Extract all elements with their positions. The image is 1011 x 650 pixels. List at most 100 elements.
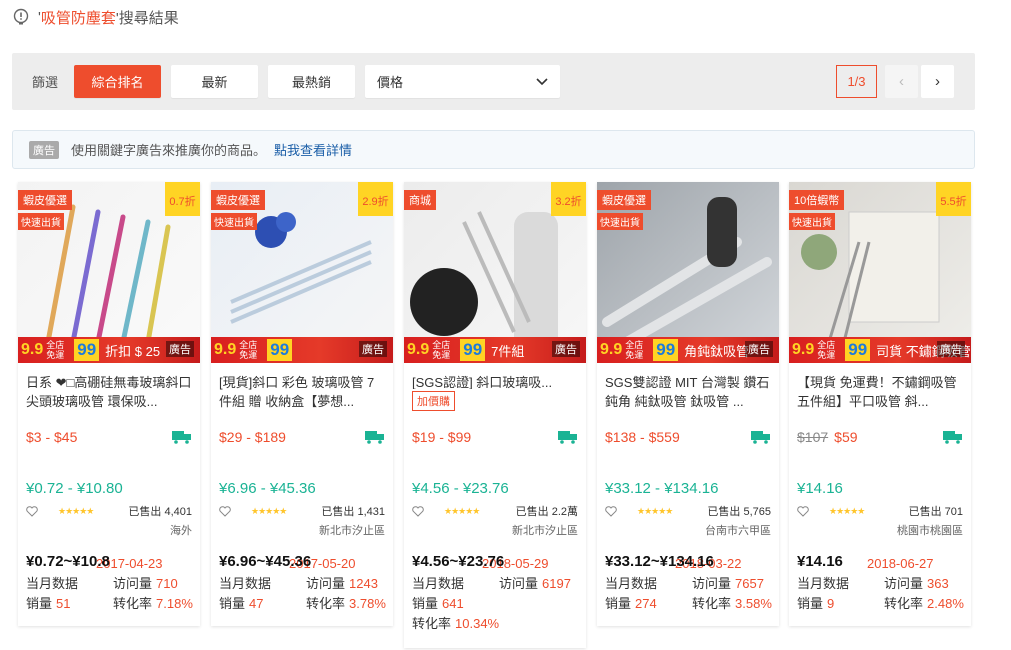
product-image[interactable]: 10倍蝦幣 快速出貨 5.5折 9.9 全店免運 99 司貨 不鏽鋼吸管 廣告 xyxy=(789,182,971,363)
seller-location: 桃園市桃園區 xyxy=(897,525,963,537)
sold-count: 已售出 1,431 xyxy=(321,506,385,518)
seller-location: 新北市汐止區 xyxy=(319,525,385,537)
search-title: ' 吸管防塵套 '搜尋結果 xyxy=(12,6,179,28)
prev-page-button[interactable]: ‹ xyxy=(885,65,918,98)
title-suffix: '搜尋結果 xyxy=(115,9,179,27)
page-indicator: 1/3 xyxy=(836,65,877,98)
fast-shipping-badge: 快速出貨 xyxy=(18,213,64,230)
conversion-value: 7.18% xyxy=(156,596,193,611)
ad-mark: 廣告 xyxy=(937,341,965,357)
product-image[interactable]: 蝦皮優選 快速出貨 9.9 全店免運 99 角鈍鈦吸管 廣告 xyxy=(597,182,779,363)
promo-text: 7件組 xyxy=(491,343,525,359)
stats-panel: 2018-03-22 ¥33.12~¥134.16 当月数据 访问量 7657 销… xyxy=(605,553,779,614)
sales-value: 47 xyxy=(249,596,264,611)
seller-location: 新北市汐止區 xyxy=(512,525,578,537)
shop-badge: 商城 xyxy=(404,190,436,210)
fast-shipping-badge: 快速出貨 xyxy=(211,213,257,230)
star-rating: ★★★★★ xyxy=(58,505,94,516)
product-price: $107 $59 xyxy=(797,429,858,445)
sort-relevance-button[interactable]: 綜合排名 xyxy=(74,65,161,98)
product-name[interactable]: 日系 ❤□高硼硅無毒玻璃斜口尖頭玻璃吸管 環保吸... xyxy=(18,363,200,413)
sort-latest-button[interactable]: 最新 xyxy=(171,65,258,98)
conversion-label: 转化率 xyxy=(113,596,153,611)
visits-label: 访问量 xyxy=(306,576,346,591)
date-row: 2017-04-23 ¥0.72~¥10.8 xyxy=(26,553,200,574)
stat-line-conversion: 转化率 10.34% xyxy=(412,614,586,634)
star-rating: ★★★★★ xyxy=(444,505,480,516)
product-image[interactable]: 蝦皮優選 快速出貨 2.9折 9.9 全店免運 99 廣告 xyxy=(211,182,393,363)
cny-range-overlay: ¥33.12~¥134.16 xyxy=(605,553,714,570)
stat-line-month: 当月数据 访问量 6197 xyxy=(412,574,586,594)
product-name[interactable]: 【現貨 免運費！不鏽鋼吸管 五件組】平口吸管 斜... xyxy=(789,363,971,413)
product-name[interactable]: [SGS認證] 斜口玻璃吸... xyxy=(404,363,586,389)
visits-value: 6197 xyxy=(542,576,571,591)
date-row: 2018-06-27 ¥14.16 xyxy=(797,553,971,574)
heart-icon[interactable] xyxy=(605,505,617,517)
sort-top-sales-button[interactable]: 最熱銷 xyxy=(268,65,355,98)
price-sort-select[interactable]: 價格 xyxy=(365,65,560,98)
product-card[interactable]: 蝦皮優選 快速出貨 9.9 全店免運 99 角鈍鈦吸管 廣告 SGS雙認證 MI… xyxy=(597,182,779,626)
sold-count: 已售出 2.2萬 xyxy=(515,506,578,518)
free-shipping-truck-icon xyxy=(751,431,770,444)
next-page-button[interactable]: › xyxy=(921,65,954,98)
promo-99-label: 99 xyxy=(653,339,679,361)
stat-line-sales: 销量 47 转化率 3.78% xyxy=(219,594,393,614)
heart-icon[interactable] xyxy=(412,505,424,517)
promo-free-ship: 全店免運 xyxy=(432,340,451,360)
product-card[interactable]: 10倍蝦幣 快速出貨 5.5折 9.9 全店免運 99 司貨 不鏽鋼吸管 廣告 … xyxy=(789,182,971,626)
stat-line-sales: 销量 641 xyxy=(412,594,586,614)
conversion-value: 2.48% xyxy=(927,596,964,611)
cny-range-overlay: ¥14.16 xyxy=(797,553,843,570)
promo-99-logo: 9.9 xyxy=(600,341,623,358)
product-name[interactable]: [現貨]斜口 彩色 玻璃吸管 7件組 贈 收納盒【夢想... xyxy=(211,363,393,413)
date-row: 2018-03-22 ¥33.12~¥134.16 xyxy=(605,553,779,574)
visits-label: 访问量 xyxy=(499,576,539,591)
visits-value: 710 xyxy=(156,576,178,591)
visits-label: 访问量 xyxy=(884,576,924,591)
addon-tag: 加價購 xyxy=(412,391,455,411)
promo-text: 角鈍鈦吸管 xyxy=(684,343,750,359)
product-image[interactable]: 商城 3.2折 9.9 全店免運 99 7件組 廣告 xyxy=(404,182,586,363)
stat-line-month: 当月数据 访问量 7657 xyxy=(605,574,779,594)
product-price: $3 - $45 xyxy=(26,429,77,445)
heart-icon[interactable] xyxy=(26,505,38,517)
product-card[interactable]: 蝦皮優選 快速出貨 2.9折 9.9 全店免運 99 廣告 [現貨]斜口 彩色 … xyxy=(211,182,393,626)
fast-shipping-badge: 快速出貨 xyxy=(789,213,835,230)
rating-row: ★★★★★ 已售出 5,765 xyxy=(605,503,771,519)
promo-99-logo: 9.9 xyxy=(407,341,430,358)
seller-location: 海外 xyxy=(170,525,192,537)
stats-panel: 2018-06-27 ¥14.16 当月数据 访问量 363 销量 9 转化率 2.4… xyxy=(797,553,971,614)
stat-line-month: 当月数据 访问量 710 xyxy=(26,574,200,594)
sales-value: 274 xyxy=(635,596,657,611)
product-name[interactable]: SGS雙認證 MIT 台灣製 鑽石鈍角 純鈦吸管 鈦吸管 ... xyxy=(597,363,779,413)
ad-mark: 廣告 xyxy=(745,341,773,357)
conversion-value: 3.58% xyxy=(735,596,772,611)
star-rating: ★★★★★ xyxy=(829,505,865,516)
sales-value: 51 xyxy=(56,596,71,611)
heart-icon[interactable] xyxy=(797,505,809,517)
ad-mark: 廣告 xyxy=(166,341,194,357)
promo-free-ship: 全店免運 xyxy=(46,340,65,360)
ad-mark: 廣告 xyxy=(552,341,580,357)
product-card[interactable]: 商城 3.2折 9.9 全店免運 99 7件組 廣告 [SGS認證] 斜口玻璃吸… xyxy=(404,182,586,648)
fast-shipping-badge: 快速出貨 xyxy=(597,213,643,230)
date-row: 2017-05-20 ¥6.96~¥45.36 xyxy=(219,553,393,574)
price-sort-label: 價格 xyxy=(377,75,404,90)
heart-icon[interactable] xyxy=(219,505,231,517)
month-data-label: 当月数据 xyxy=(605,576,658,591)
date-row: 2018-05-29 ¥4.56~¥23.76 xyxy=(412,553,586,574)
stats-panel: 2018-05-29 ¥4.56~¥23.76 当月数据 访问量 6197 销量 6… xyxy=(412,553,586,634)
visits-value: 7657 xyxy=(735,576,764,591)
shop-badge: 蝦皮優選 xyxy=(18,190,72,210)
cny-price: ¥6.96 - ¥45.36 xyxy=(219,480,316,497)
month-data-label: 当月数据 xyxy=(219,576,272,591)
product-image[interactable]: 蝦皮優選 快速出貨 0.7折 9.9 全店免運 99 折扣 $ 25 廣告 xyxy=(18,182,200,363)
ad-details-link[interactable]: 點我查看詳情 xyxy=(274,140,352,159)
sales-label: 销量 xyxy=(412,596,439,611)
free-shipping-truck-icon xyxy=(365,431,384,444)
conversion-label: 转化率 xyxy=(306,596,346,611)
star-rating: ★★★★★ xyxy=(637,505,673,516)
cny-range-overlay: ¥4.56~¥23.76 xyxy=(412,553,505,570)
ad-mark: 廣告 xyxy=(359,341,387,357)
product-card[interactable]: 蝦皮優選 快速出貨 0.7折 9.9 全店免運 99 折扣 $ 25 廣告 日系… xyxy=(18,182,200,626)
